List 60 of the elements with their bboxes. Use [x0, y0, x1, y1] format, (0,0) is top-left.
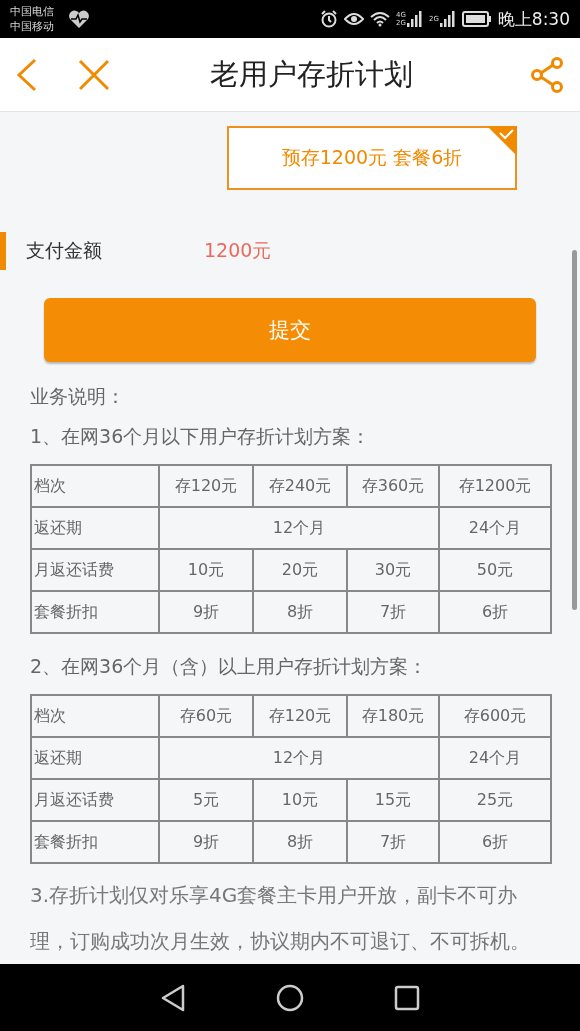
accent-bar: [0, 232, 6, 270]
table-cell: 6折: [439, 821, 551, 863]
table-cell: 6折: [439, 591, 551, 633]
recent-apps-icon[interactable]: [394, 985, 420, 1011]
heart-monitor-icon: [68, 9, 90, 29]
table-cell: 存360元: [347, 465, 439, 507]
table-cell: 24个月: [439, 737, 551, 779]
table-cell: 月返还话费: [31, 549, 159, 591]
payment-label: 支付金额: [26, 238, 103, 263]
table-cell: 50元: [439, 549, 551, 591]
table-cell: 25元: [439, 779, 551, 821]
table-cell: 9折: [159, 821, 253, 863]
table-cell: 档次: [31, 695, 159, 737]
table-cell: 5元: [159, 779, 253, 821]
table-cell: 24个月: [439, 507, 551, 549]
table-cell: 返还期: [31, 507, 159, 549]
table-cell: 7折: [347, 591, 439, 633]
submit-button[interactable]: 提交: [44, 298, 536, 362]
section-heading: 1、在网36个月以下用户存折计划方案：: [30, 424, 372, 449]
note-paragraph: 3.存折计划仅对乐享4G套餐主卡用户开放，副卡不可办理，订购成功次月生效，协议期内不可退订、不可拆机。: [30, 882, 531, 955]
alarm-icon: [320, 10, 339, 28]
table-cell: 30元: [347, 549, 439, 591]
signal-icon: [406, 11, 423, 27]
table-cell: 返还期: [31, 737, 159, 779]
table-cell: 8折: [253, 591, 347, 633]
carrier-name: 中国电信: [10, 4, 54, 19]
table-cell: 7折: [347, 821, 439, 863]
signal-icon: [439, 11, 456, 27]
back-icon[interactable]: [160, 984, 186, 1012]
table-cell: 存180元: [347, 695, 439, 737]
table-cell: 档次: [31, 465, 159, 507]
table-cell: 套餐折扣: [31, 591, 159, 633]
table-cell: 12个月: [159, 737, 439, 779]
check-corner-icon: [487, 126, 517, 156]
table-cell: 存60元: [159, 695, 253, 737]
home-icon[interactable]: [276, 984, 304, 1012]
wifi-icon: [370, 11, 391, 27]
clock-time: 晚上8:30: [497, 7, 570, 31]
table-cell: 月返还话费: [31, 779, 159, 821]
page-title: 老用户存折计划: [210, 55, 414, 93]
table-cell: 存600元: [439, 695, 551, 737]
table-cell: 10元: [159, 549, 253, 591]
table-cell: 9折: [159, 591, 253, 633]
table-cell: 存1200元: [439, 465, 551, 507]
plan-option[interactable]: 预存1200元 套餐6折: [227, 126, 517, 190]
table-cell: 存120元: [253, 695, 347, 737]
payment-amount: 1200元: [204, 238, 272, 263]
table-cell: 套餐折扣: [31, 821, 159, 863]
table-cell: 12个月: [159, 507, 439, 549]
table-cell: 15元: [347, 779, 439, 821]
table-cell: 存240元: [253, 465, 347, 507]
table-cell: 8折: [253, 821, 347, 863]
table-cell: 存120元: [159, 465, 253, 507]
section-heading: 2、在网36个月（含）以上用户存折计划方案：: [30, 654, 429, 679]
notes-title: 业务说明：: [30, 384, 126, 409]
table-cell: 10元: [253, 779, 347, 821]
battery-icon: [461, 11, 492, 27]
eye-icon: [344, 12, 365, 26]
carrier-name: 中国移动: [10, 19, 54, 34]
table-cell: 20元: [253, 549, 347, 591]
